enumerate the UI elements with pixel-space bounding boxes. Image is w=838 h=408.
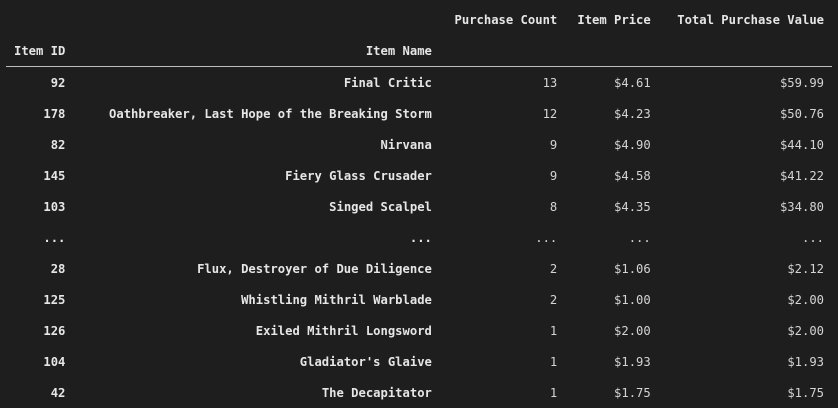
row-item-price: $2.00 [565,315,658,346]
row-item-id: 28 [6,253,73,284]
row-item-name: ... [73,222,440,253]
row-item-price: $4.58 [565,160,658,191]
row-item-name: Exiled Mithril Longsword [73,315,440,346]
row-purchase-count: 13 [440,67,565,99]
row-item-name: Gladiator's Glaive [73,346,440,377]
table-row: 82Nirvana9$4.90$44.10 [6,129,832,160]
row-purchase-count: 1 [440,315,565,346]
row-item-price: ... [565,222,658,253]
table-row: 178Oathbreaker, Last Hope of the Breakin… [6,98,832,129]
row-total-purchase-value: $2.00 [659,284,832,315]
row-item-price: $1.75 [565,377,658,408]
index-header-item-id: Item ID [6,35,73,67]
blank-header-cell [73,4,440,35]
row-total-purchase-value: $1.93 [659,346,832,377]
row-item-name: Flux, Destroyer of Due Diligence [73,253,440,284]
row-item-price: $4.23 [565,98,658,129]
column-header-item-price: Item Price [565,4,658,35]
dataframe-output: Purchase Count Item Price Total Purchase… [0,0,838,406]
row-item-id: 126 [6,315,73,346]
table-row: ............... [6,222,832,253]
row-total-purchase-value: $2.12 [659,253,832,284]
row-item-name: Fiery Glass Crusader [73,160,440,191]
row-total-purchase-value: $34.80 [659,191,832,222]
row-purchase-count: 9 [440,160,565,191]
row-purchase-count: 9 [440,129,565,160]
row-item-price: $4.61 [565,67,658,99]
row-total-purchase-value: $59.99 [659,67,832,99]
table-row: 125Whistling Mithril Warblade2$1.00$2.00 [6,284,832,315]
row-item-price: $1.00 [565,284,658,315]
row-item-name: Final Critic [73,67,440,99]
row-purchase-count: ... [440,222,565,253]
row-item-id: 42 [6,377,73,408]
table-row: 145Fiery Glass Crusader9$4.58$41.22 [6,160,832,191]
row-item-name: The Decapitator [73,377,440,408]
table-body: 92Final Critic13$4.61$59.99178Oathbreake… [6,67,832,408]
row-item-name: Whistling Mithril Warblade [73,284,440,315]
row-item-id: 178 [6,98,73,129]
table-row: 42The Decapitator1$1.75$1.75 [6,377,832,408]
blank-header-cell [565,35,658,67]
row-item-id: 125 [6,284,73,315]
row-purchase-count: 1 [440,377,565,408]
row-item-id: 92 [6,67,73,99]
column-header-total-purchase-value: Total Purchase Value [659,4,832,35]
row-item-price: $1.93 [565,346,658,377]
row-purchase-count: 1 [440,346,565,377]
row-total-purchase-value: $1.75 [659,377,832,408]
row-total-purchase-value: ... [659,222,832,253]
row-total-purchase-value: $50.76 [659,98,832,129]
row-item-name: Nirvana [73,129,440,160]
row-purchase-count: 2 [440,284,565,315]
row-item-price: $1.06 [565,253,658,284]
blank-header-cell [6,4,73,35]
table-row: 103Singed Scalpel8$4.35$34.80 [6,191,832,222]
blank-header-cell [440,35,565,67]
row-purchase-count: 2 [440,253,565,284]
index-header-item-name: Item Name [73,35,440,67]
row-item-price: $4.35 [565,191,658,222]
blank-header-cell [659,35,832,67]
table-row: 104Gladiator's Glaive1$1.93$1.93 [6,346,832,377]
row-item-id: 104 [6,346,73,377]
row-item-price: $4.90 [565,129,658,160]
row-purchase-count: 8 [440,191,565,222]
table-row: 126Exiled Mithril Longsword1$2.00$2.00 [6,315,832,346]
row-purchase-count: 12 [440,98,565,129]
row-total-purchase-value: $2.00 [659,315,832,346]
row-total-purchase-value: $44.10 [659,129,832,160]
row-item-name: Singed Scalpel [73,191,440,222]
table-header: Purchase Count Item Price Total Purchase… [6,4,832,67]
table-row: 28Flux, Destroyer of Due Diligence2$1.06… [6,253,832,284]
row-item-id: 82 [6,129,73,160]
row-item-id: 103 [6,191,73,222]
row-item-id: 145 [6,160,73,191]
column-header-row: Purchase Count Item Price Total Purchase… [6,4,832,35]
row-total-purchase-value: $41.22 [659,160,832,191]
row-item-name: Oathbreaker, Last Hope of the Breaking S… [73,98,440,129]
column-header-purchase-count: Purchase Count [440,4,565,35]
row-item-id: ... [6,222,73,253]
dataframe-table: Purchase Count Item Price Total Purchase… [6,4,832,408]
table-row: 92Final Critic13$4.61$59.99 [6,67,832,99]
index-header-row: Item ID Item Name [6,35,832,67]
